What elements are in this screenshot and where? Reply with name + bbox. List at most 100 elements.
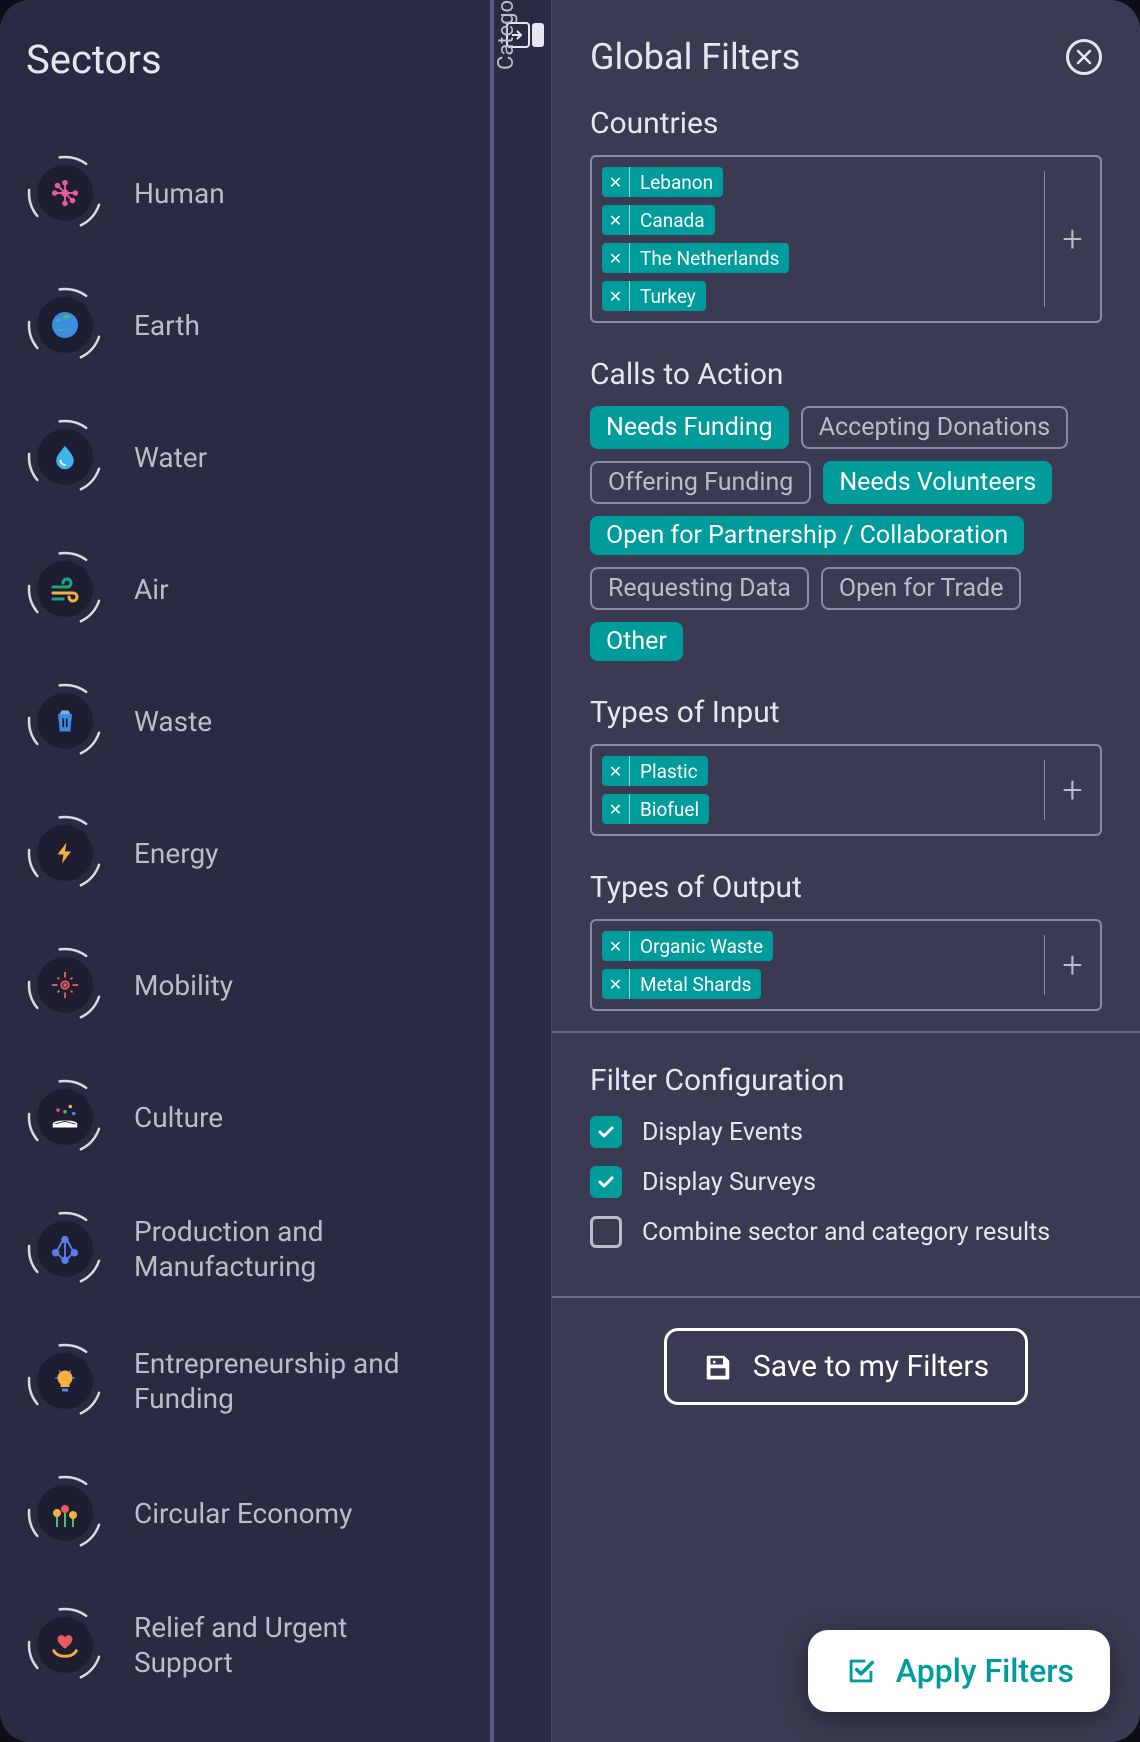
sector-label: Production and Manufacturing [134, 1214, 434, 1284]
check-label: Display Events [642, 1118, 803, 1147]
categories-tab-label[interactable]: Categories [494, 0, 556, 94]
sector-item[interactable]: Waste [20, 655, 470, 787]
apply-filters-button[interactable]: Apply Filters [808, 1630, 1110, 1712]
tag-chip[interactable]: ✕ The Netherlands [602, 243, 789, 273]
tag-chip[interactable]: ✕ Lebanon [602, 167, 723, 197]
sector-label: Waste [134, 704, 212, 739]
remove-tag-icon[interactable]: ✕ [602, 205, 630, 235]
filters-panel: Global Filters Countries ✕ Lebanon✕ Cana… [552, 0, 1140, 1742]
remove-tag-icon[interactable]: ✕ [602, 167, 630, 197]
close-icon [1075, 48, 1093, 66]
add-country-button[interactable]: + [1044, 171, 1100, 307]
sector-label: Human [134, 176, 225, 211]
checkbox[interactable] [590, 1166, 622, 1198]
check-row[interactable]: Display Events [590, 1116, 1102, 1148]
cta-pill[interactable]: Requesting Data [590, 567, 809, 610]
pill-label: Requesting Data [608, 574, 791, 603]
tag-chip[interactable]: ✕ Biofuel [602, 794, 709, 824]
remove-tag-icon[interactable]: ✕ [602, 756, 630, 786]
sector-label: Culture [134, 1100, 223, 1135]
sector-ring [26, 418, 104, 496]
sector-ring [26, 286, 104, 364]
sector-item[interactable]: Energy [20, 787, 470, 919]
sector-label: Circular Economy [134, 1496, 352, 1531]
sector-label: Mobility [134, 968, 233, 1003]
remove-tag-icon[interactable]: ✕ [602, 243, 630, 273]
cta-pill[interactable]: Open for Partnership / Collaboration [590, 516, 1024, 555]
cta-heading: Calls to Action [590, 357, 1102, 392]
cta-pill[interactable]: Needs Volunteers [823, 461, 1052, 504]
check-row[interactable]: Combine sector and category results [590, 1216, 1102, 1248]
add-output-button[interactable]: + [1044, 935, 1100, 995]
tag-label: Turkey [630, 281, 706, 311]
cta-pill[interactable]: Open for Trade [821, 567, 1022, 610]
sector-item[interactable]: Entrepreneurship and Funding [20, 1315, 470, 1447]
sector-item[interactable]: Culture [20, 1051, 470, 1183]
countries-tags: ✕ Lebanon✕ Canada✕ The Netherlands✕ Turk… [592, 157, 1044, 321]
sector-ring [26, 946, 104, 1024]
sector-ring [26, 154, 104, 232]
remove-tag-icon[interactable]: ✕ [602, 969, 630, 999]
save-row: Save to my Filters [590, 1298, 1102, 1435]
check-label: Combine sector and category results [642, 1218, 1050, 1247]
sector-item[interactable]: Water [20, 391, 470, 523]
tag-chip[interactable]: ✕ Organic Waste [602, 931, 773, 961]
filters-header: Global Filters [590, 36, 1102, 78]
save-label: Save to my Filters [753, 1349, 989, 1384]
cta-pill[interactable]: Other [590, 622, 683, 661]
cta-pill[interactable]: Accepting Donations [801, 406, 1068, 449]
sector-ring [26, 1474, 104, 1552]
input-heading: Types of Input [590, 695, 1102, 730]
sector-label: Energy [134, 836, 218, 871]
tag-label: Organic Waste [630, 931, 773, 961]
sector-ring [26, 814, 104, 892]
pill-label: Open for Partnership / Collaboration [606, 521, 1008, 550]
check-row[interactable]: Display Surveys [590, 1166, 1102, 1198]
sector-ring [26, 1606, 104, 1684]
sector-ring [26, 682, 104, 760]
pill-label: Other [606, 627, 667, 656]
checkbox[interactable] [590, 1216, 622, 1248]
filter-config-block: Filter Configuration Display Events Disp… [590, 1033, 1102, 1296]
sector-ring [26, 1342, 104, 1420]
tag-chip[interactable]: ✕ Canada [602, 205, 715, 235]
countries-tag-box: ✕ Lebanon✕ Canada✕ The Netherlands✕ Turk… [590, 155, 1102, 323]
output-tags: ✕ Organic Waste ✕ Metal Shards [592, 921, 1044, 1009]
sectors-title: Sectors [20, 36, 470, 83]
sector-ring [26, 1210, 104, 1288]
remove-tag-icon[interactable]: ✕ [602, 281, 630, 311]
sector-item[interactable]: Mobility [20, 919, 470, 1051]
sector-ring [26, 550, 104, 628]
save-to-filters-button[interactable]: Save to my Filters [664, 1328, 1028, 1405]
cta-pill-row: Needs Funding Accepting Donations Offering… [590, 406, 1102, 661]
app-frame: Sectors Human Earth Water Air [0, 0, 1140, 1742]
sector-label: Water [134, 440, 207, 475]
cta-pill[interactable]: Offering Funding [590, 461, 811, 504]
sector-label: Entrepreneurship and Funding [134, 1346, 434, 1416]
sectors-panel: Sectors Human Earth Water Air [0, 0, 490, 1742]
remove-tag-icon[interactable]: ✕ [602, 794, 630, 824]
sector-item[interactable]: Human [20, 127, 470, 259]
close-button[interactable] [1066, 39, 1102, 75]
tag-chip[interactable]: ✕ Plastic [602, 756, 708, 786]
sector-item[interactable]: Air [20, 523, 470, 655]
tag-label: The Netherlands [630, 243, 789, 273]
sector-label: Relief and Urgent Support [134, 1610, 434, 1680]
add-input-button[interactable]: + [1044, 760, 1100, 820]
output-heading: Types of Output [590, 870, 1102, 905]
sector-item[interactable]: Production and Manufacturing [20, 1183, 470, 1315]
checkbox[interactable] [590, 1116, 622, 1148]
tag-chip[interactable]: ✕ Turkey [602, 281, 706, 311]
cta-pill[interactable]: Needs Funding [590, 406, 789, 449]
input-tag-box: ✕ Plastic ✕ Biofuel + [590, 744, 1102, 836]
filters-title: Global Filters [590, 36, 800, 78]
filters-scroll: Global Filters Countries ✕ Lebanon✕ Cana… [552, 0, 1140, 1742]
sector-item[interactable]: Circular Economy [20, 1447, 470, 1579]
tag-label: Plastic [630, 756, 708, 786]
apply-label: Apply Filters [896, 1652, 1074, 1690]
tag-label: Canada [630, 205, 715, 235]
sector-item[interactable]: Relief and Urgent Support [20, 1579, 470, 1711]
remove-tag-icon[interactable]: ✕ [602, 931, 630, 961]
tag-chip[interactable]: ✕ Metal Shards [602, 969, 761, 999]
sector-item[interactable]: Earth [20, 259, 470, 391]
